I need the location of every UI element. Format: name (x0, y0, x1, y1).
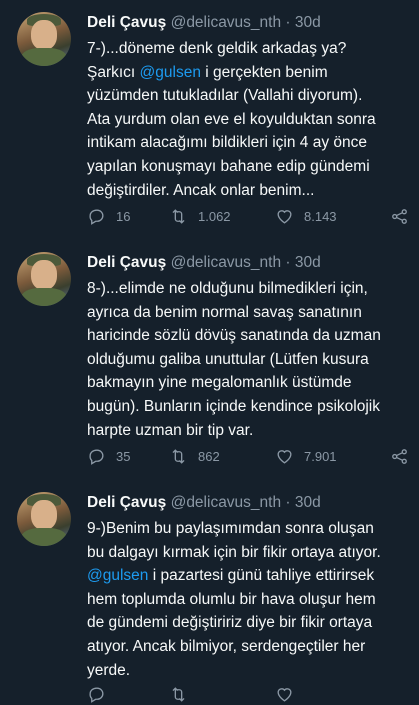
tweet-text-fragment: Şarkıcı (87, 63, 140, 81)
tweet-actions: 35 862 7.901 (87, 445, 409, 467)
avatar[interactable] (17, 492, 71, 546)
retweet-button[interactable] (169, 683, 188, 705)
avatar[interactable] (17, 12, 71, 66)
tweet-text-line: bakmayın yine megalomanlık üstümde (87, 374, 352, 392)
author-handle[interactable]: @delicavus_nth (171, 254, 282, 271)
tweet-actions: 16 1.062 8.143 (87, 205, 409, 227)
tweet-text-line: 7-)...döneme denk geldik arkadaş ya? (87, 40, 347, 57)
retweet-button[interactable]: 862 (169, 445, 220, 467)
avatar[interactable] (17, 252, 71, 306)
author-handle[interactable]: @delicavus_nth (171, 14, 282, 31)
like-count: 8.143 (304, 208, 337, 224)
tweet-text-line: de gündemi değiştiririz diye bir fikir o… (87, 614, 373, 632)
reply-icon (89, 686, 104, 703)
reply-button[interactable] (87, 683, 106, 705)
author-name[interactable]: Deli Çavuş (87, 14, 166, 31)
like-count: 7.901 (304, 448, 337, 464)
tweet-text-line: Ata yurdum olan eve el koyulduktan sonra (87, 110, 376, 128)
tweet-time[interactable]: 30d (295, 494, 321, 511)
tweet-text-line: olduğumu galiba unuttular (Lütfen kusura (87, 350, 369, 368)
tweet-text-line: ayrıca da benim normal savaş sanatının (87, 303, 362, 321)
tweet-text-fragment: i gerçekten benim (200, 63, 328, 81)
share-button[interactable] (390, 445, 409, 467)
share-icon (392, 208, 407, 224)
tweet-text-line: intikam alacağımı bildikleri için 4 ay ö… (87, 134, 367, 152)
separator-dot: · (285, 254, 291, 271)
tweet-text-line: yerde. (87, 661, 131, 679)
share-button[interactable] (390, 205, 409, 227)
retweet-icon (172, 448, 185, 464)
retweet-count: 862 (198, 448, 220, 464)
tweet-time[interactable]: 30d (295, 14, 321, 31)
tweet-text-line: hem toplumda olumlu bir hava oluşur hem (87, 590, 376, 608)
retweet-icon (172, 208, 185, 224)
mention-link[interactable]: @gulsen (87, 567, 148, 584)
retweet-count: 1.062 (198, 208, 231, 224)
reply-button[interactable]: 35 (87, 445, 130, 467)
tweet-text-line: 9-)Benim bu paylaşımımdan sonra oluşan (87, 520, 374, 537)
author-handle[interactable]: @delicavus_nth (171, 494, 282, 511)
tweet-text: 7-)...döneme denk geldik arkadaş ya? Şark… (87, 37, 409, 202)
tweet-text-line: bu dalgayı kırmak için bir fikir ortaya … (87, 543, 381, 561)
heart-icon (277, 687, 292, 702)
tweet-text-line: bugün). Bunların içinde kendince psikolo… (87, 397, 380, 415)
heart-icon (277, 209, 292, 224)
tweet-text-fragment: i pazartesi günü tahliye ettirirsek (148, 567, 375, 585)
tweet-header: Deli Çavuş @delicavus_nth · 30d (87, 494, 321, 516)
author-name[interactable]: Deli Çavuş (87, 494, 166, 511)
mention-link[interactable]: @gulsen (140, 64, 201, 81)
separator-dot: · (285, 14, 291, 31)
tweet-header: Deli Çavuş @delicavus_nth · 30d (87, 254, 321, 276)
tweet-header: Deli Çavuş @delicavus_nth · 30d (87, 14, 321, 36)
reply-icon (89, 208, 104, 225)
reply-button[interactable]: 16 (87, 205, 130, 227)
heart-icon (277, 449, 292, 464)
tweet-actions (87, 683, 409, 705)
reply-count: 16 (116, 208, 131, 224)
tweet-text-line: atıyor. Ancak bilmiyor, serdengeçtiler h… (87, 637, 366, 655)
tweet-text: 9-)Benim bu paylaşımımdan sonra oluşan bu… (87, 517, 409, 682)
reply-count: 35 (116, 448, 131, 464)
like-button[interactable]: 7.901 (275, 445, 337, 467)
tweet-text-line: yapılan konuşmayı bahane edip gündemi (87, 157, 370, 175)
separator-dot: · (285, 494, 291, 511)
tweet-text-line: haricinde sözlü dövüş sanatında da uzman (87, 327, 381, 345)
like-button[interactable]: 8.143 (275, 205, 337, 227)
tweet-text-line: Şarkıcı @gulsen i gerçekten benim (87, 61, 409, 85)
tweet-time[interactable]: 30d (295, 254, 321, 271)
retweet-button[interactable]: 1.062 (169, 205, 231, 227)
tweet-text-line: 8-)...elimde ne olduğunu bilmedikleri iç… (87, 280, 368, 297)
tweet-text-line: harpte uzman bir tip var. (87, 421, 254, 439)
like-button[interactable] (275, 683, 294, 705)
author-name[interactable]: Deli Çavuş (87, 254, 166, 271)
tweet-text: 8-)...elimde ne olduğunu bilmedikleri iç… (87, 277, 409, 442)
reply-icon (89, 448, 104, 465)
tweet-text-line: @gulsen i pazartesi günü tahliye ettirir… (87, 564, 409, 588)
retweet-icon (172, 686, 185, 702)
tweet-text-line: değiştirdiler. Ancak onlar benim... (87, 181, 315, 199)
tweet-text-line: yüzümden tutukladılar (Vallahi diyorum). (87, 87, 363, 105)
share-icon (392, 448, 407, 464)
